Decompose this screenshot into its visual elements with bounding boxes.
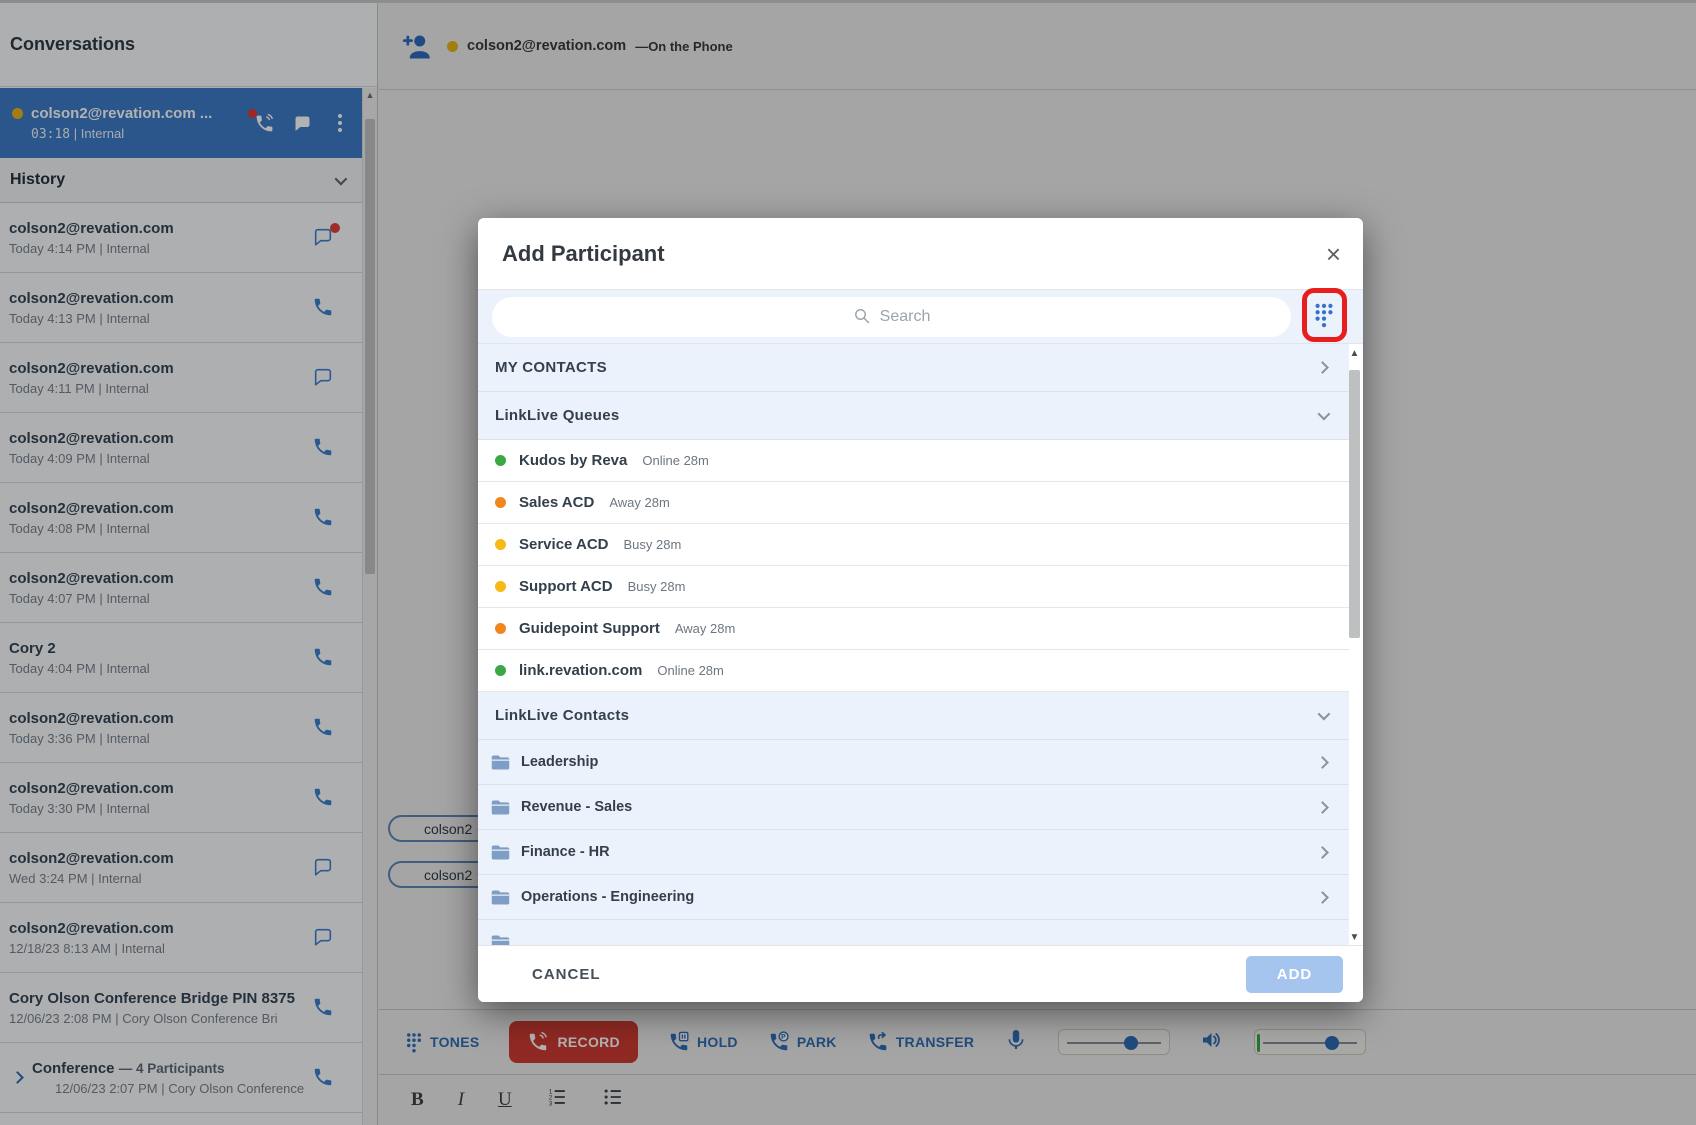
queue-status: Away 28m bbox=[609, 495, 669, 510]
search-input[interactable]: Search bbox=[492, 297, 1291, 337]
chevron-right-icon bbox=[1316, 756, 1329, 769]
dialog-title: Add Participant bbox=[502, 241, 665, 267]
queue-row[interactable]: Sales ACD Away 28m bbox=[478, 482, 1349, 524]
section-linklive-queues[interactable]: LinkLive Queues bbox=[478, 392, 1349, 440]
queue-name: link.revation.com bbox=[519, 662, 642, 679]
presence-dot bbox=[495, 497, 506, 508]
folder-label: Operations - Engineering bbox=[521, 889, 694, 905]
queue-row[interactable]: Support ACD Busy 28m bbox=[478, 566, 1349, 608]
presence-dot bbox=[495, 623, 506, 634]
presence-dot bbox=[495, 581, 506, 592]
list-scrollbar[interactable]: ▲ ▼ bbox=[1348, 348, 1361, 943]
presence-dot bbox=[495, 455, 506, 466]
dialpad-icon bbox=[1313, 302, 1335, 328]
cancel-button[interactable]: CANCEL bbox=[532, 966, 601, 983]
close-icon[interactable]: × bbox=[1326, 241, 1341, 267]
folder-row[interactable]: Finance - HR bbox=[478, 830, 1349, 875]
queue-row[interactable]: Guidepoint Support Away 28m bbox=[478, 608, 1349, 650]
add-button[interactable]: ADD bbox=[1246, 956, 1343, 993]
folder-icon bbox=[490, 887, 511, 908]
folder-row-partial[interactable] bbox=[478, 920, 1349, 945]
scroll-down-icon[interactable]: ▼ bbox=[1348, 932, 1361, 943]
folder-icon bbox=[490, 932, 511, 945]
queue-status: Online 28m bbox=[657, 663, 723, 678]
scrollbar-thumb[interactable] bbox=[1349, 370, 1360, 638]
chevron-right-icon bbox=[1316, 801, 1329, 814]
folder-row[interactable]: Revenue - Sales bbox=[478, 785, 1349, 830]
queue-name: Sales ACD bbox=[519, 494, 594, 511]
folder-icon bbox=[490, 752, 511, 773]
queue-status: Away 28m bbox=[675, 621, 735, 636]
folder-label: Finance - HR bbox=[521, 844, 610, 860]
folder-row[interactable]: Leadership bbox=[478, 740, 1349, 785]
queue-status: Online 28m bbox=[642, 453, 708, 468]
queue-name: Kudos by Reva bbox=[519, 452, 627, 469]
chevron-right-icon bbox=[1316, 846, 1329, 859]
folder-row[interactable]: Operations - Engineering bbox=[478, 875, 1349, 920]
folder-icon bbox=[490, 842, 511, 863]
chevron-right-icon bbox=[1316, 891, 1329, 904]
presence-dot bbox=[495, 665, 506, 676]
queue-row[interactable]: Kudos by Reva Online 28m bbox=[478, 440, 1349, 482]
contacts-list: MY CONTACTS LinkLive Queues Kudos by Rev… bbox=[478, 344, 1363, 945]
queue-name: Guidepoint Support bbox=[519, 620, 660, 637]
folder-icon bbox=[490, 797, 511, 818]
dialog-footer: CANCEL ADD bbox=[478, 945, 1363, 1002]
chevron-down-icon bbox=[1318, 708, 1331, 721]
presence-dot bbox=[495, 539, 506, 550]
search-placeholder: Search bbox=[880, 308, 931, 326]
folder-label: Revenue - Sales bbox=[521, 799, 632, 815]
folder-label: Leadership bbox=[521, 754, 598, 770]
dialog-header: Add Participant × bbox=[478, 218, 1363, 290]
queue-row[interactable]: Service ACD Busy 28m bbox=[478, 524, 1349, 566]
section-linklive-contacts[interactable]: LinkLive Contacts bbox=[478, 692, 1349, 740]
queue-name: Service ACD bbox=[519, 536, 609, 553]
chevron-right-icon bbox=[1316, 361, 1329, 374]
queue-status: Busy 28m bbox=[628, 579, 686, 594]
search-row: Search bbox=[478, 290, 1363, 344]
section-my-contacts[interactable]: MY CONTACTS bbox=[478, 344, 1349, 392]
dialpad-toggle-button[interactable] bbox=[1311, 302, 1337, 332]
add-participant-dialog: Add Participant × Search MY CONTACTS Lin… bbox=[478, 218, 1363, 1002]
chevron-down-icon bbox=[1318, 408, 1331, 421]
queue-row[interactable]: link.revation.com Online 28m bbox=[478, 650, 1349, 692]
scroll-up-icon[interactable]: ▲ bbox=[1348, 348, 1361, 359]
queue-name: Support ACD bbox=[519, 578, 613, 595]
search-icon bbox=[853, 307, 872, 326]
queue-status: Busy 28m bbox=[624, 537, 682, 552]
